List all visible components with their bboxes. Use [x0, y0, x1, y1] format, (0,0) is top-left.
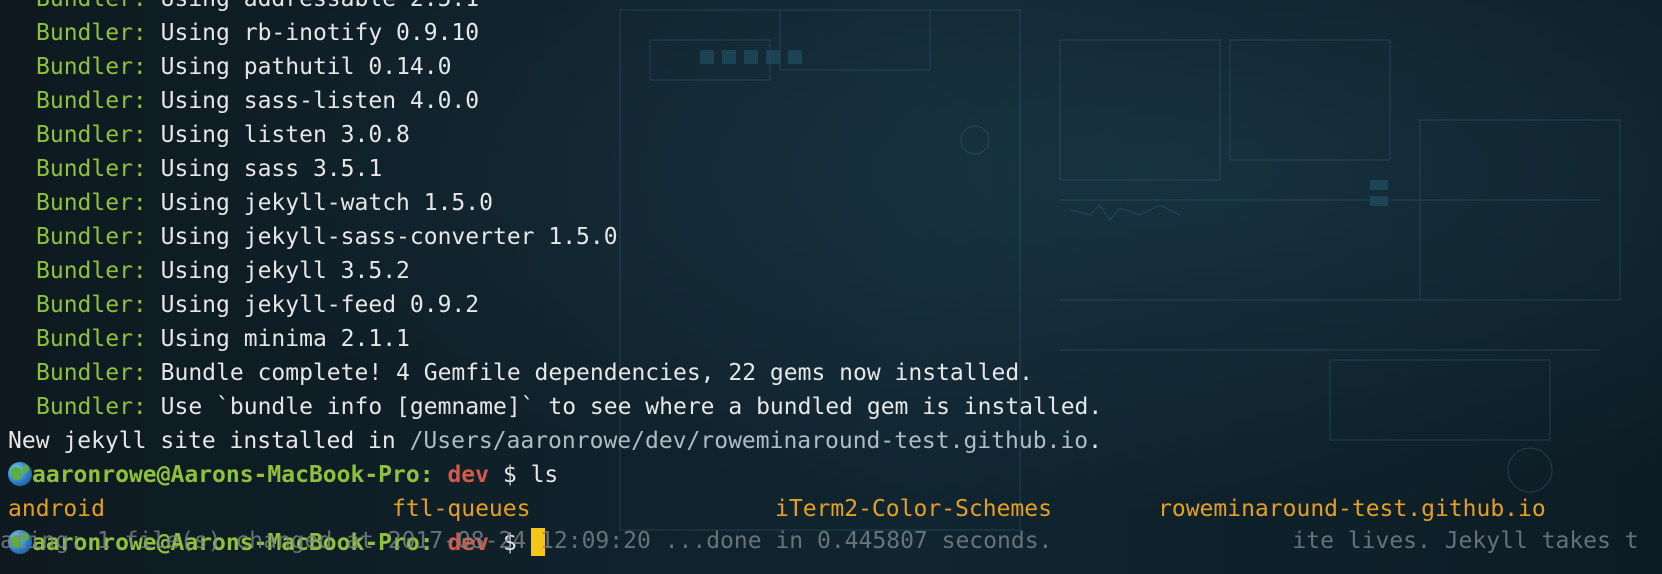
terminal-window[interactable]: Bundler: Using addressable 2.5.1 Bundler…: [0, 0, 1662, 574]
bundler-tag: Bundler:: [36, 156, 147, 182]
prompt-user-host: aaronrowe@Aarons-MacBook-Pro:: [32, 462, 434, 488]
bundler-tag: Bundler:: [36, 88, 147, 114]
output-text: Using sass 3.5.1: [160, 156, 383, 182]
output-text: Using addressable 2.5.1: [161, 0, 480, 12]
directory-item: android: [8, 496, 105, 522]
terminal-output: Bundler: Using addressable 2.5.1 Bundler…: [8, 0, 1662, 560]
output-text: Using pathutil 0.14.0: [160, 54, 452, 80]
bundler-tag: Bundler:: [36, 258, 147, 284]
output-text: Using jekyll-watch 1.5.0: [160, 190, 493, 216]
output-line: Bundler: Bundle complete! 4 Gemfile depe…: [8, 356, 1662, 390]
output-text: Using listen 3.0.8: [160, 122, 410, 148]
directory-item: iTerm2-Color-Schemes: [775, 496, 1052, 522]
prompt-directory: dev: [447, 462, 489, 488]
output-line: Bundler: Using jekyll 3.5.2: [8, 254, 1662, 288]
bundler-tag: Bundler:: [36, 20, 147, 46]
output-line: Bundler: Using minima 2.1.1: [8, 322, 1662, 356]
output-line: Bundler: Using sass-listen 4.0.0: [8, 84, 1662, 118]
bundler-tag: Bundler:: [36, 224, 147, 250]
prompt-command: ls: [530, 462, 559, 488]
bundler-tag: Bundler:: [36, 122, 147, 148]
background-scroll-text: ating: 1 file(s) changed at 2017-08-24 1…: [0, 528, 1639, 554]
background-scroll-right: ite lives. Jekyll takes t: [1292, 528, 1639, 554]
prompt-symbol: $: [502, 462, 517, 488]
site-installed-line: New jekyll site installed in /Users/aaro…: [8, 424, 1662, 458]
output-line: Bundler: Using rb-inotify 0.9.10: [8, 16, 1662, 50]
prompt-line: aaronrowe@Aarons-MacBook-Pro: dev $ ls: [8, 458, 1662, 492]
output-text: Bundle complete! 4 Gemfile dependencies,…: [160, 360, 1034, 386]
site-installed-path: /Users/aaronrowe/dev/roweminaround-test.…: [409, 428, 1089, 454]
output-text: Using minima 2.1.1: [160, 326, 410, 352]
site-installed-prefix: New jekyll site installed in: [8, 428, 410, 454]
output-line: Bundler: Using listen 3.0.8: [8, 118, 1662, 152]
bundler-tag: Bundler:: [36, 394, 147, 420]
output-text: Use `bundle info [gemname]` to see where…: [160, 394, 1103, 420]
directory-item: roweminaround-test.github.io: [1158, 496, 1546, 522]
output-line: Bundler: Using jekyll-feed 0.9.2: [8, 288, 1662, 322]
output-line: Bundler: Using jekyll-sass-converter 1.5…: [8, 220, 1662, 254]
output-text: Using jekyll 3.5.2: [160, 258, 410, 284]
output-text: Using sass-listen 4.0.0: [160, 88, 480, 114]
output-line: Bundler: Using jekyll-watch 1.5.0: [8, 186, 1662, 220]
bundler-tag: Bundler:: [36, 54, 147, 80]
bundler-tag: Bundler:: [36, 326, 147, 352]
site-installed-suffix: .: [1088, 428, 1102, 454]
bundler-tag: Bundler:: [36, 292, 147, 318]
background-scroll-left: ating: 1 file(s) changed at 2017-08-24 1…: [0, 528, 1053, 554]
ls-output-row: android ftl-queues iTerm2-Color-Schemes …: [8, 492, 1662, 526]
output-line: Bundler: Using sass 3.5.1: [8, 152, 1662, 186]
bundler-tag: Bundler:: [36, 0, 147, 12]
globe-icon: [8, 462, 32, 486]
output-text: Using rb-inotify 0.9.10: [160, 20, 480, 46]
bundler-tag: Bundler:: [36, 190, 147, 216]
directory-item: ftl-queues: [392, 496, 531, 522]
output-line: Bundler: Using addressable 2.5.1: [8, 0, 1662, 16]
output-line: Bundler: Use `bundle info [gemname]` to …: [8, 390, 1662, 424]
bundler-tag: Bundler:: [36, 360, 147, 386]
output-line: Bundler: Using pathutil 0.14.0: [8, 50, 1662, 84]
output-text: Using jekyll-sass-converter 1.5.0: [160, 224, 618, 250]
output-text: Using jekyll-feed 0.9.2: [160, 292, 480, 318]
